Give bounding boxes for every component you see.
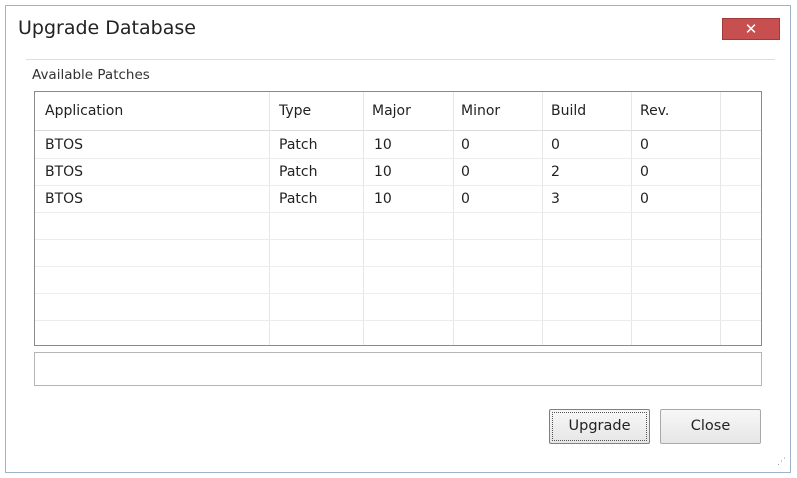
- table-row-cell[interactable]: 0: [461, 159, 470, 185]
- row-separator: [35, 185, 761, 186]
- table-row-cell[interactable]: Patch: [279, 132, 317, 158]
- table-row-cell[interactable]: 2: [551, 159, 560, 185]
- upgrade-button[interactable]: Upgrade: [549, 409, 650, 444]
- table-row-cell[interactable]: 10: [374, 159, 392, 185]
- table-row-cell[interactable]: 3: [551, 186, 560, 212]
- row-separator: [35, 266, 761, 267]
- table-row-cell[interactable]: BTOS: [45, 186, 83, 212]
- table-row-cell[interactable]: BTOS: [45, 159, 83, 185]
- column-header-rev[interactable]: Rev.: [640, 92, 669, 130]
- upgrade-button-label: Upgrade: [568, 418, 631, 434]
- status-field: [34, 352, 762, 386]
- table-row-cell[interactable]: 0: [640, 186, 649, 212]
- column-header-minor[interactable]: Minor: [461, 92, 500, 130]
- table-row-cell[interactable]: 0: [461, 132, 470, 158]
- column-header-application[interactable]: Application: [45, 92, 123, 130]
- close-window-button[interactable]: ✕: [722, 18, 780, 40]
- title-bar: Upgrade Database ✕: [6, 6, 790, 52]
- table-row-cell[interactable]: Patch: [279, 159, 317, 185]
- resize-grip-icon[interactable]: ⋰: [774, 456, 786, 468]
- table-row-cell[interactable]: 10: [374, 186, 392, 212]
- row-separator: [35, 320, 761, 321]
- row-separator: [35, 293, 761, 294]
- header-separator: [35, 130, 761, 131]
- table-row-cell[interactable]: Patch: [279, 186, 317, 212]
- table-row-cell[interactable]: 10: [374, 132, 392, 158]
- row-separator: [35, 158, 761, 159]
- close-button[interactable]: Close: [660, 409, 761, 444]
- close-button-label: Close: [690, 418, 731, 434]
- row-separator: [35, 239, 761, 240]
- group-label: Available Patches: [32, 67, 150, 83]
- table-row-cell[interactable]: 0: [551, 132, 560, 158]
- patches-grid[interactable]: Application Type Major Minor Build Rev. …: [34, 91, 762, 346]
- table-row-cell[interactable]: 0: [640, 132, 649, 158]
- close-icon: ✕: [744, 20, 758, 38]
- upgrade-database-dialog: Upgrade Database ✕ Available Patches App…: [5, 5, 791, 473]
- table-row-cell[interactable]: 0: [640, 159, 649, 185]
- table-row-cell[interactable]: BTOS: [45, 132, 83, 158]
- column-header-build[interactable]: Build: [551, 92, 586, 130]
- column-header-type[interactable]: Type: [279, 92, 311, 130]
- table-row-cell[interactable]: 0: [461, 186, 470, 212]
- row-separator: [35, 212, 761, 213]
- column-header-major[interactable]: Major: [372, 92, 411, 130]
- window-title: Upgrade Database: [18, 17, 196, 39]
